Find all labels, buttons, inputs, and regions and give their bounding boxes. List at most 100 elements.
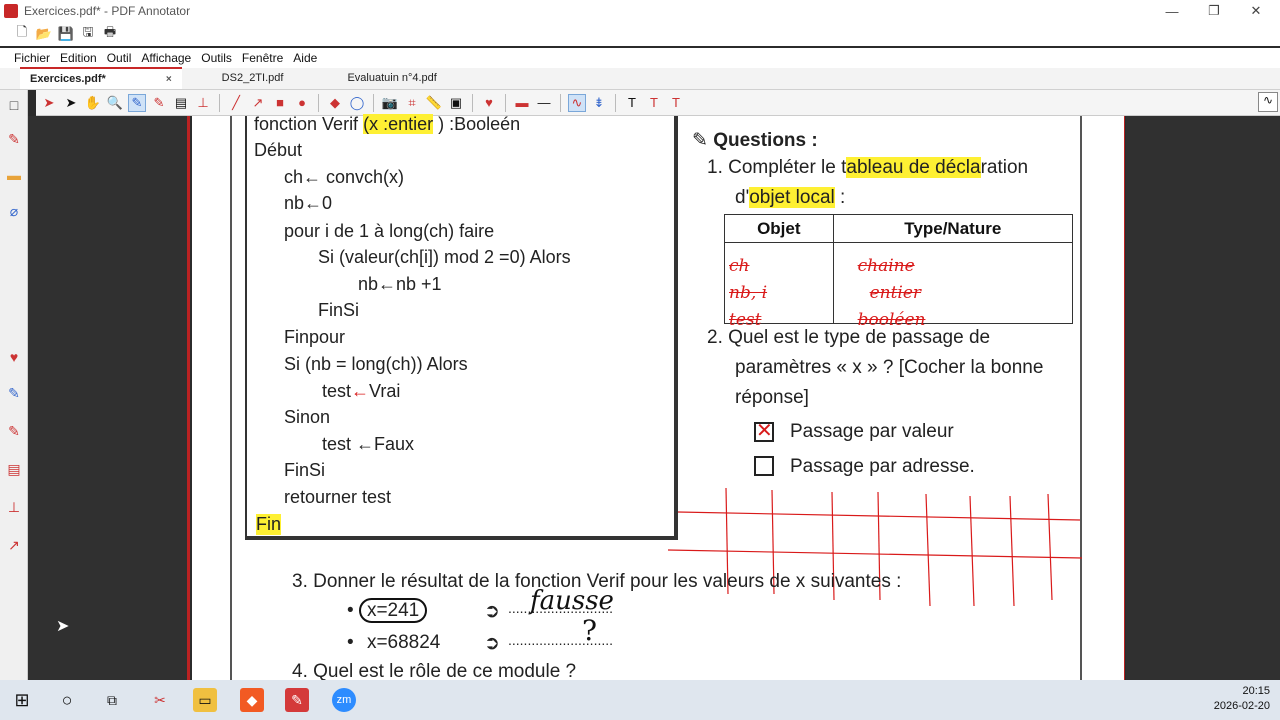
- pdf-annotator-icon: [4, 4, 18, 18]
- right-margin: [1126, 116, 1280, 680]
- code-line-16: Fin: [256, 514, 282, 535]
- close-button[interactable]: ✕: [1236, 0, 1276, 22]
- text-format-icon[interactable]: T: [623, 94, 641, 112]
- open-folder-icon[interactable]: 📂: [36, 26, 52, 42]
- question-2: 2. Quel est le type de passage de: [707, 327, 991, 348]
- arrow-tool-icon[interactable]: ↗: [249, 94, 267, 112]
- ruler-icon[interactable]: 📏: [425, 94, 443, 112]
- taskbar: ⊞ ○ ⧉ ✂ ▭ ◆ ✎ zm 20:15 2026-02-20: [0, 680, 1280, 720]
- zoom-icon[interactable]: 🔍: [106, 94, 124, 112]
- tab-exercices[interactable]: Exercices.pdf* ×: [20, 67, 182, 89]
- camera-icon[interactable]: 📷: [381, 94, 399, 112]
- code-line-6: Si (valeur(ch[i]) mod 2 =0) Alors: [318, 247, 571, 267]
- tab-close-icon[interactable]: ×: [166, 74, 172, 85]
- highlighter-icon[interactable]: ✎: [5, 384, 23, 402]
- value-x-68824: • x=68824: [347, 632, 441, 653]
- arrow-icon[interactable]: ↗: [5, 536, 23, 554]
- menu-affichage[interactable]: Affichage: [141, 51, 191, 65]
- attachment-icon[interactable]: ⌀: [5, 202, 23, 220]
- print-icon[interactable]: 🖶: [102, 24, 118, 42]
- code-line-7: nb←nb +1: [358, 274, 442, 294]
- pen-tool-icon[interactable]: ✎: [128, 93, 146, 112]
- question-2-cont: paramètres « x » ? [Cocher la bonne: [735, 357, 1044, 378]
- option-by-address: Passage par adresse.: [790, 456, 975, 477]
- code-line-15: retourner test: [284, 487, 392, 507]
- bookmark-icon[interactable]: ▬: [5, 166, 23, 184]
- menu-edition[interactable]: Edition: [60, 51, 97, 65]
- handwritten-answer-1: fausse: [530, 586, 614, 616]
- color-picker-icon[interactable]: ▬: [513, 94, 531, 112]
- annotation-toolbar: ➤ ➤ ✋ 🔍 ✎ ✎ ▤ ⊥ ╱ ↗ ■ ● ◆ ◯ 📷 ⌗ 📏 ▣ ♥ ▬ …: [36, 90, 1280, 116]
- textbox-icon[interactable]: ▤: [5, 460, 23, 478]
- stamp-tool-icon[interactable]: ⊥: [194, 94, 212, 112]
- table-cell: chaine: [832, 242, 1074, 276]
- underline-text-icon[interactable]: T: [645, 94, 663, 112]
- rectangle-tool-icon[interactable]: ■: [271, 94, 289, 112]
- checkbox-by-address[interactable]: [754, 456, 774, 476]
- line-tool-icon[interactable]: ╱: [227, 94, 245, 112]
- menu-fichier[interactable]: Fichier: [14, 51, 50, 65]
- text-select-icon[interactable]: ➤: [62, 94, 80, 112]
- table-header-type: Type/Nature: [832, 214, 1074, 243]
- brave-browser-icon[interactable]: ◆: [240, 688, 264, 712]
- select-icon[interactable]: ➤: [40, 94, 58, 112]
- crop-icon[interactable]: ⌗: [403, 94, 421, 112]
- strikethrough-text-icon[interactable]: T: [667, 94, 685, 112]
- code-line-5: pour i de 1 à long(ch) faire: [284, 221, 495, 241]
- question-2-cont2: réponse]: [735, 387, 809, 408]
- ellipse-tool-icon[interactable]: ●: [293, 94, 311, 112]
- favorite-icon[interactable]: ♥: [5, 348, 23, 366]
- window-title: Exercices.pdf* - PDF Annotator: [24, 4, 191, 18]
- marker-icon[interactable]: ✎: [5, 422, 23, 440]
- code-line-14: FinSi: [284, 460, 326, 480]
- pen-icon[interactable]: ✎: [5, 130, 23, 148]
- search-icon[interactable]: ○: [55, 688, 79, 712]
- menu-aide[interactable]: Aide: [293, 51, 317, 65]
- favorites-icon[interactable]: ♥: [480, 94, 498, 112]
- pencil-bullet-icon: ✎: [692, 130, 714, 151]
- eraser-icon[interactable]: ◆: [326, 94, 344, 112]
- textbox-tool-icon[interactable]: ▤: [172, 94, 190, 112]
- tab-ds2[interactable]: DS2_2TI.pdf: [212, 67, 294, 89]
- restore-button[interactable]: ❐: [1194, 0, 1234, 22]
- lasso-icon[interactable]: ◯: [348, 94, 366, 112]
- highlighter-tool-icon[interactable]: ✎: [150, 94, 168, 112]
- save-all-icon[interactable]: 🖫: [80, 24, 96, 42]
- stamp-icon[interactable]: ⊥: [5, 498, 23, 516]
- handwritten-answer-2: ?: [582, 614, 598, 647]
- new-icon[interactable]: 🗋: [14, 24, 30, 42]
- checkbox-by-value[interactable]: ✕: [754, 421, 774, 442]
- straighten-icon[interactable]: ⇟: [590, 94, 608, 112]
- arrow-icon-2: ➲: [484, 633, 500, 654]
- file-explorer-icon[interactable]: ▭: [193, 688, 217, 712]
- declaration-table: Objet Type/Nature ch chaine nb, i entier te…: [724, 214, 1074, 330]
- task-view-icon[interactable]: ⧉: [100, 688, 124, 712]
- minimize-button[interactable]: —: [1152, 0, 1192, 22]
- left-sidebar: □ ✎ ▬ ⌀ ♥ ✎ ✎ ▤ ⊥ ↗: [0, 90, 28, 680]
- hand-icon[interactable]: ✋: [84, 94, 102, 112]
- smooth-stroke-icon[interactable]: ∿: [568, 93, 586, 112]
- code-line-11: test←Vrai: [322, 381, 401, 401]
- code-line-2: Début: [254, 140, 303, 160]
- zoom-app-icon[interactable]: zm: [332, 688, 356, 712]
- insert-image-icon[interactable]: ▣: [447, 94, 465, 112]
- question-1: 1. Compléter le tableau de déclaration: [707, 157, 1029, 178]
- menu-outil[interactable]: Outil: [107, 51, 132, 65]
- quick-access-toolbar: 🗋 📂 💾 🖫 🖶: [0, 22, 1280, 46]
- code-line-10: Si (nb = long(ch)) Alors: [284, 354, 468, 374]
- tab-evaluation[interactable]: Evaluatuin n°4.pdf: [337, 67, 446, 89]
- ink-mode-icon[interactable]: ∿: [1258, 92, 1278, 112]
- windows-start-icon[interactable]: ⊞: [10, 688, 34, 712]
- page-icon[interactable]: □: [5, 96, 23, 114]
- pdf-annotator-taskbar-icon[interactable]: ✎: [285, 688, 309, 712]
- menu-fenetre[interactable]: Fenêtre: [242, 51, 283, 65]
- code-line-12: Sinon: [284, 407, 331, 427]
- menu-outils[interactable]: Outils: [201, 51, 232, 65]
- code-line-4: nb←0: [284, 193, 333, 213]
- line-style-icon[interactable]: —: [535, 94, 553, 112]
- table-cell: ch: [724, 242, 834, 276]
- snipping-tool-icon[interactable]: ✂: [148, 688, 172, 712]
- page-edge-left: [187, 116, 190, 680]
- save-icon[interactable]: 💾: [58, 26, 74, 42]
- menu-bar: Fichier Edition Outil Affichage Outils F…: [0, 48, 1280, 68]
